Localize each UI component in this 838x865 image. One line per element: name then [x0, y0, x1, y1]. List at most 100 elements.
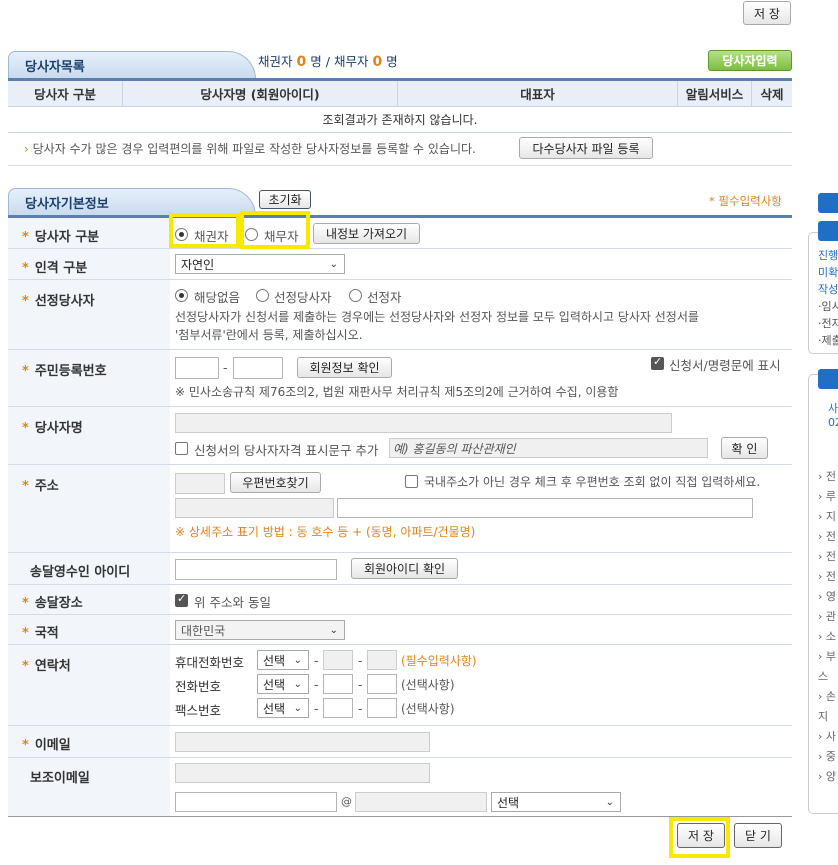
load-my-info-button[interactable]: 내정보 가져오기: [313, 223, 420, 244]
sidebar-item[interactable]: › 중: [818, 748, 836, 764]
show-in-doc-checkbox[interactable]: [651, 355, 664, 370]
sidebar-item[interactable]: › 부: [818, 648, 836, 664]
radio-designated-party-label: 선정당사자: [274, 290, 332, 305]
label-rrn: * 주민등록번호: [8, 350, 170, 407]
qualifier-checkbox[interactable]: [175, 442, 188, 455]
foreign-address-checkbox[interactable]: [405, 475, 418, 488]
sidebar-item[interactable]: 진행: [818, 247, 838, 263]
radio-designator-label: 선정자: [367, 290, 402, 305]
mobile-prefix-select[interactable]: 선택 ⌄: [257, 650, 309, 670]
zip-search-button[interactable]: 우편번호찾기: [230, 472, 321, 493]
separator: [8, 165, 792, 166]
fax-dash-2: -: [358, 701, 363, 716]
phone-last-input[interactable]: [367, 674, 397, 694]
top-save-button[interactable]: 저 장: [743, 1, 791, 25]
mobile-dash-2: -: [358, 653, 363, 668]
label-nationality: * 국적: [8, 615, 170, 645]
sidebar-item[interactable]: › 전: [818, 548, 836, 564]
label-address-text: 주소: [34, 479, 59, 494]
sidebar-tab-1[interactable]: [818, 193, 838, 213]
radio-designated-party[interactable]: [256, 289, 269, 302]
sidebar-item[interactable]: 02: [828, 416, 838, 429]
bulk-notice-text: 당사자 수가 많은 경우 입력편의를 위해 파일로 작성한 당사자정보를 등록할…: [32, 142, 476, 156]
bottom-save-button[interactable]: 저 장: [677, 823, 725, 848]
party-list-title: 당사자목록: [8, 51, 256, 79]
mobile-prefix-value: 선택: [263, 653, 286, 668]
verify-member-button[interactable]: 회원정보 확인: [297, 357, 392, 378]
sub-email-domain-input[interactable]: [355, 792, 487, 812]
rrn-front-input[interactable]: [175, 357, 219, 379]
zip-input[interactable]: [175, 473, 225, 494]
sidebar-item[interactable]: › 전: [818, 468, 836, 484]
sidebar-item[interactable]: › 관: [818, 608, 836, 624]
person-type-select[interactable]: 자연인 ⌄: [175, 254, 345, 274]
label-person-type: * 인격 구분: [8, 249, 170, 280]
address-base-input[interactable]: [175, 498, 334, 518]
sub-email-display[interactable]: [175, 763, 430, 783]
sidebar-item[interactable]: › 전: [818, 568, 836, 584]
radio-designator[interactable]: [349, 289, 362, 302]
sidebar-item[interactable]: 미확: [818, 264, 838, 280]
mobile-required-note: (필수입력사항): [401, 654, 477, 668]
phone-mid-input[interactable]: [323, 674, 353, 694]
qualifier-confirm-button[interactable]: 확 인: [721, 437, 768, 459]
party-list-title-text: 당사자목록: [25, 60, 85, 75]
sidebar-item[interactable]: › 영: [818, 588, 836, 604]
sidebar-item[interactable]: › 사: [818, 728, 836, 744]
sidebar-item[interactable]: › 루: [818, 488, 836, 504]
mobile-last-input[interactable]: [367, 650, 397, 670]
receiver-id-input[interactable]: [175, 559, 337, 580]
sidebar-item[interactable]: ·임시: [818, 298, 838, 314]
reset-button[interactable]: 초기화: [259, 190, 311, 209]
mobile-label: 휴대전화번호: [175, 655, 245, 670]
fax-prefix-select[interactable]: 선택 ⌄: [257, 698, 309, 718]
label-email-text: 이메일: [34, 738, 71, 753]
basic-info-title: 당사자기본정보: [8, 188, 256, 216]
verify-member-id-button[interactable]: 회원아이디 확인: [351, 558, 458, 579]
rrn-note: ※ 민사소송규칙 제76조의2, 법원 재판사무 처리규칙 제5조의2에 근거하…: [175, 385, 619, 399]
sidebar-item[interactable]: › 양: [818, 768, 836, 784]
debtor-count-label: 채무자: [333, 54, 369, 69]
rrn-back-input[interactable]: [233, 357, 283, 379]
sidebar-tab-2[interactable]: [818, 221, 838, 241]
sub-email-id-input[interactable]: [175, 792, 337, 812]
sub-email-domain-select[interactable]: 선택 ⌄: [491, 792, 621, 812]
label-rrn-text: 주민등록번호: [34, 364, 107, 379]
chevron-down-icon: ⌄: [293, 655, 302, 666]
add-party-button[interactable]: 당사자입력: [708, 50, 792, 71]
creditor-count: 0: [296, 54, 307, 70]
sidebar-item[interactable]: › 전: [818, 528, 836, 544]
required-note: * 필수입력사항: [709, 194, 782, 208]
sidebar-item[interactable]: › 손: [818, 688, 836, 704]
empty-row: 조회결과가 존재하지 않습니다.: [8, 107, 792, 133]
nationality-select[interactable]: 대한민국 ⌄: [175, 620, 345, 640]
label-delivery: * 송달장소: [8, 585, 170, 615]
sidebar-item[interactable]: ·전자: [818, 315, 838, 331]
phone-prefix-select[interactable]: 선택 ⌄: [257, 674, 309, 694]
phone-prefix-value: 선택: [263, 677, 286, 692]
highlight-creditor: [169, 213, 240, 248]
sidebar-item[interactable]: ·제출: [818, 332, 838, 348]
sidebar-item[interactable]: 지: [818, 708, 828, 724]
sidebar-item[interactable]: 작성: [818, 281, 838, 297]
address-detail-input[interactable]: [337, 498, 753, 518]
same-address-checkbox[interactable]: [175, 592, 188, 607]
sidebar-item[interactable]: › 소: [818, 628, 836, 644]
col-party-name: 당사자명 (회원아이디): [123, 81, 398, 106]
fax-last-input[interactable]: [367, 698, 397, 718]
mobile-mid-input[interactable]: [323, 650, 353, 670]
email-input[interactable]: [175, 732, 430, 752]
close-button[interactable]: 닫 기: [734, 823, 782, 848]
sidebar-item[interactable]: 스: [818, 668, 828, 684]
fax-label: 팩스번호: [175, 703, 222, 718]
party-name-input[interactable]: [175, 413, 672, 433]
bulk-upload-button[interactable]: 다수당사자 파일 등록: [519, 137, 653, 159]
label-party-type: * 당사자 구분: [8, 218, 170, 249]
radio-not-applicable[interactable]: [175, 289, 188, 302]
fax-mid-input[interactable]: [323, 698, 353, 718]
sidebar-item[interactable]: 사: [828, 400, 838, 416]
qualifier-input[interactable]: 예) 홍길동의 파산관재인: [389, 438, 708, 458]
sidebar-item[interactable]: › 지: [818, 508, 836, 524]
radio-not-applicable-label: 해당없음: [194, 290, 241, 305]
sidebar-tab-3[interactable]: [818, 369, 838, 389]
